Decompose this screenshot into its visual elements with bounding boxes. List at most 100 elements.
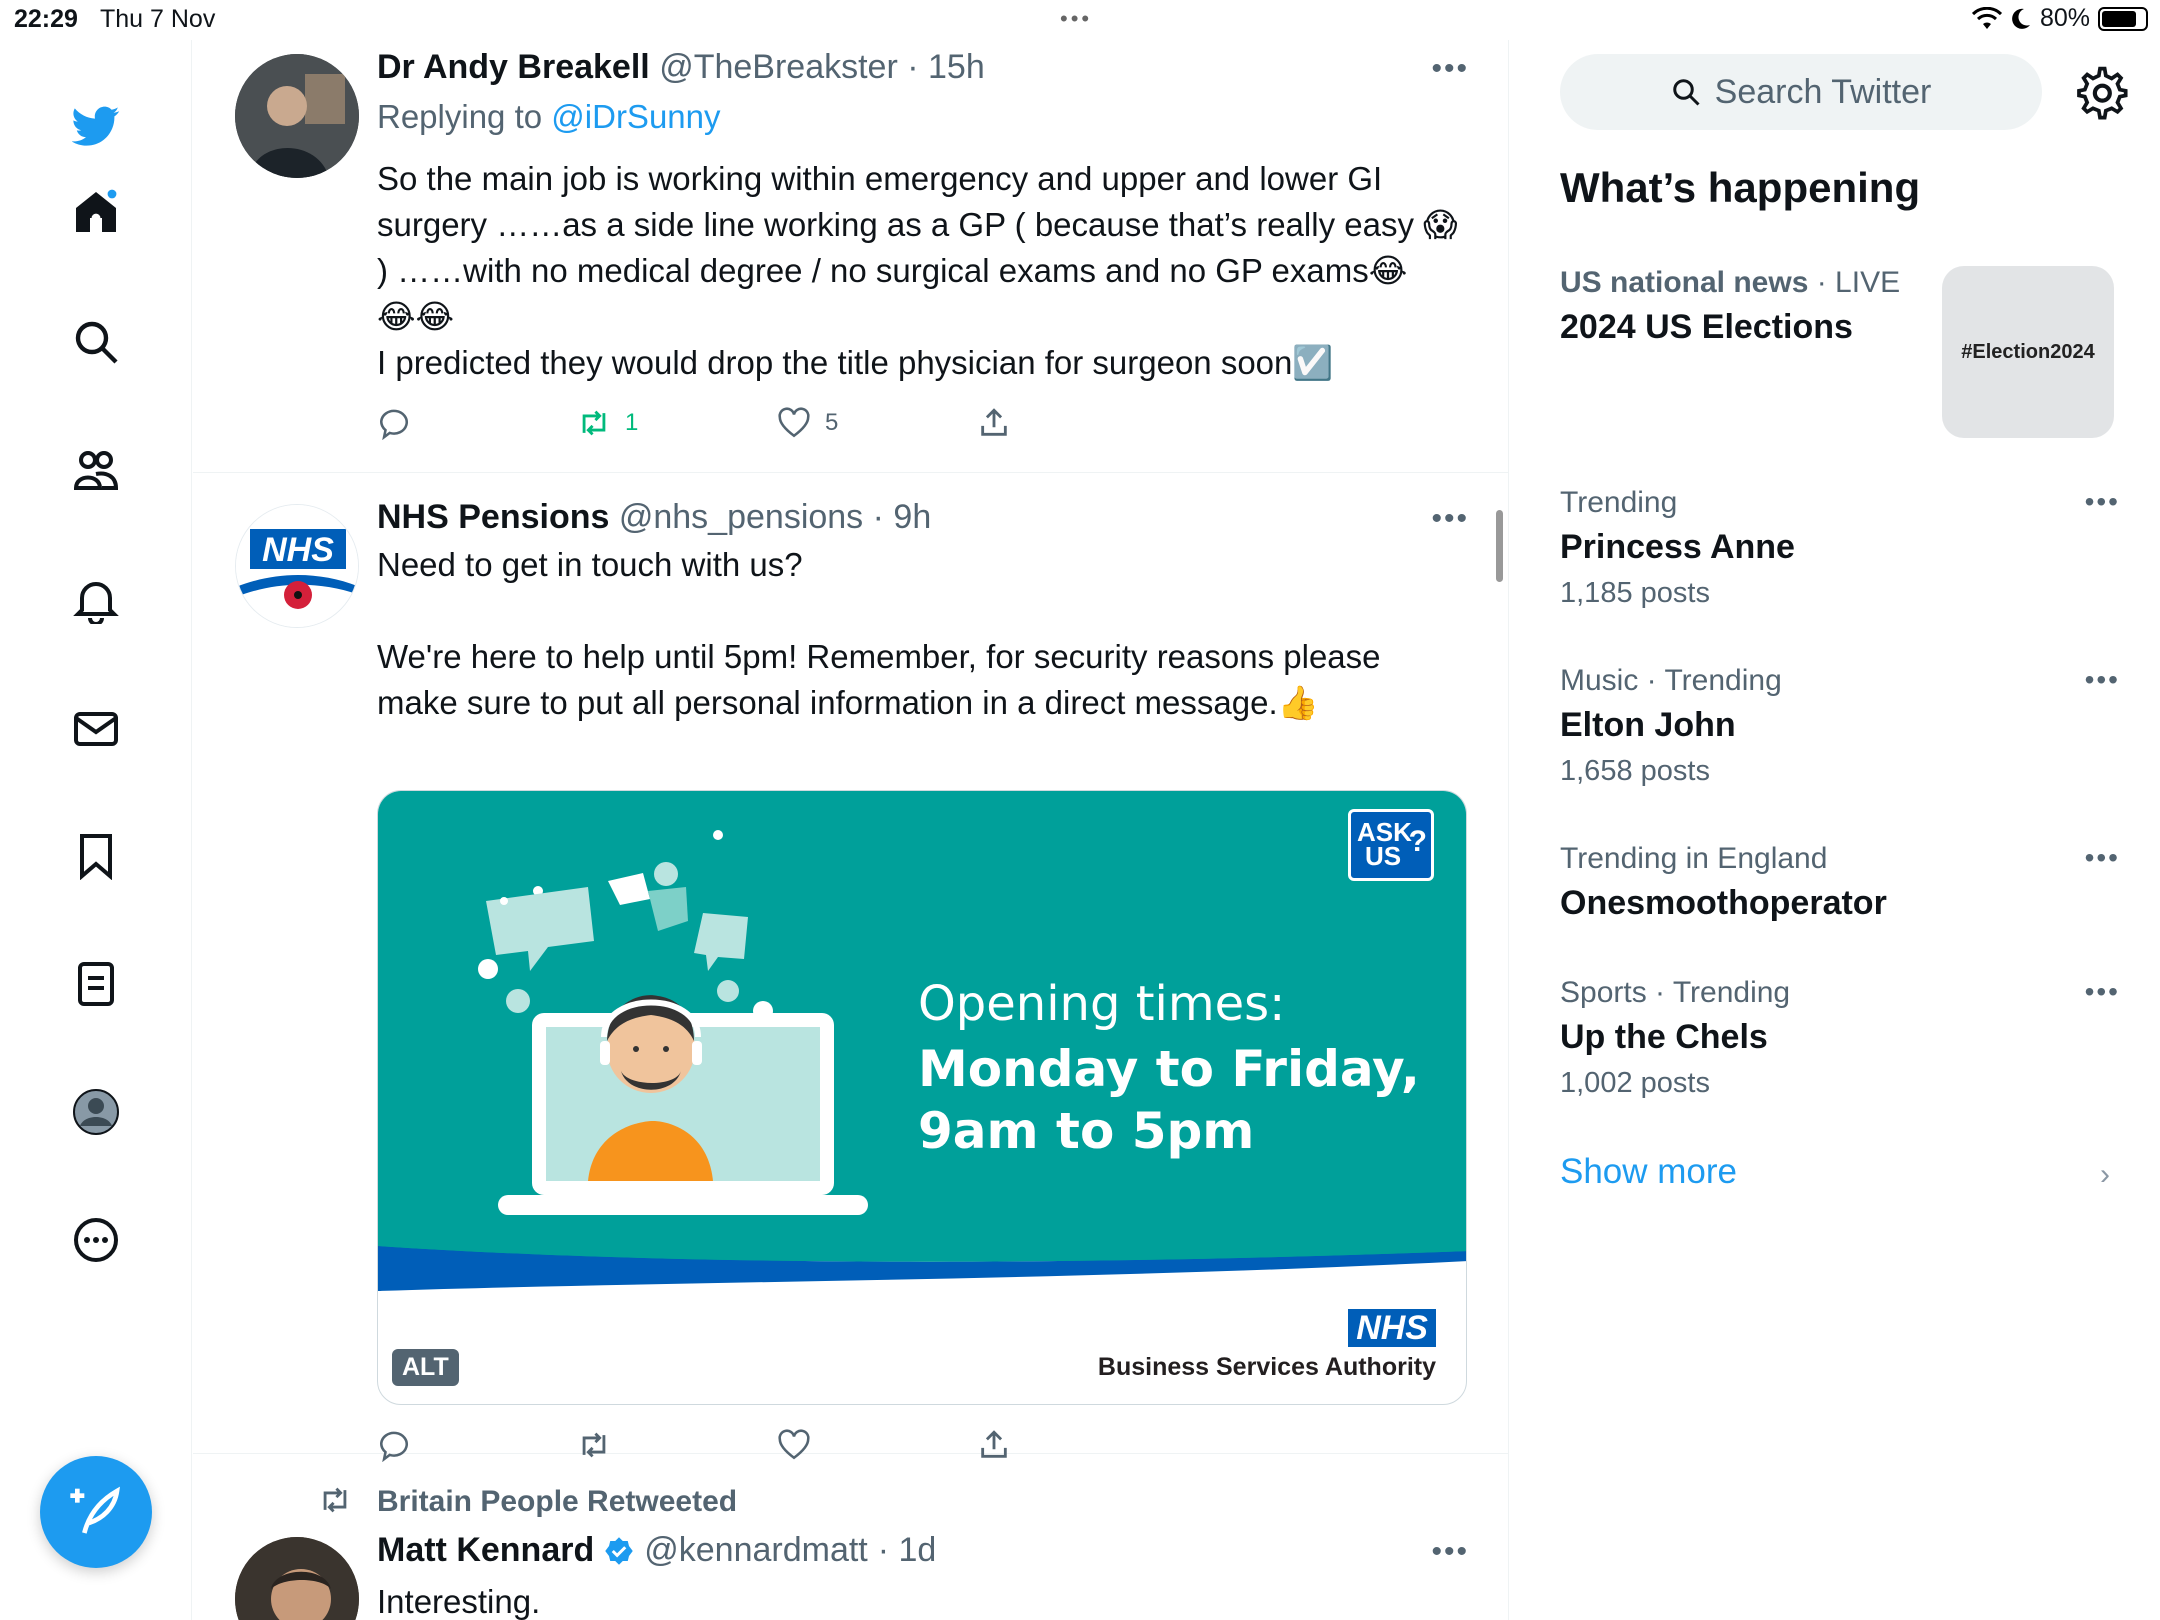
retweet-icon xyxy=(582,410,606,436)
trend-more-icon[interactable]: ••• xyxy=(2085,664,2120,696)
twitter-logo-icon[interactable] xyxy=(56,86,136,166)
tweet[interactable]: Dr Andy Breakell @TheBreakster · 15h •••… xyxy=(193,40,1508,473)
tweet-more-icon[interactable]: ••• xyxy=(1431,1535,1469,1569)
status-icons: 80% xyxy=(1971,4,2148,33)
trend-item[interactable]: Trending Princess Anne 1,185 posts ••• xyxy=(1560,486,2120,610)
wifi-icon xyxy=(1971,6,2002,29)
verified-badge-icon xyxy=(605,1536,633,1565)
tweet[interactable]: Britain People Retweeted Matt Kennard @k… xyxy=(193,1455,1508,1620)
battery-percent: 80% xyxy=(2039,4,2090,32)
battery-fill xyxy=(2102,10,2136,27)
retweet-count: 1 xyxy=(625,409,639,436)
trend-more-icon[interactable]: ••• xyxy=(2085,486,2120,518)
tweet-more-icon[interactable]: ••• xyxy=(1431,502,1469,536)
author-handle[interactable]: @nhs_pensions xyxy=(619,498,863,536)
tweet-text: Interesting. xyxy=(377,1583,541,1620)
retweet-indicator-icon xyxy=(323,1487,347,1513)
trend-topic: Up the Chels xyxy=(1560,1018,1768,1056)
avatar[interactable] xyxy=(235,1537,359,1620)
avatar[interactable] xyxy=(235,54,359,178)
multitasking-dots-icon[interactable]: ••• xyxy=(1060,6,1092,32)
communities-icon[interactable] xyxy=(56,430,136,510)
trend-meta: Music · Trending xyxy=(1560,664,1782,697)
timeline-scrollbar[interactable] xyxy=(1496,510,1503,582)
nhs-logo: NHS xyxy=(1348,1309,1436,1347)
trend-count: 1,185 posts xyxy=(1560,577,1710,609)
tweet-media-image[interactable]: Opening times: Monday to Friday, 9am to … xyxy=(377,790,1467,1405)
moon-icon xyxy=(2012,8,2030,29)
opening-times-heading: Opening times: xyxy=(918,976,1286,1032)
business-services-authority-text: Business Services Authority xyxy=(1097,1353,1436,1381)
author-handle[interactable]: @TheBreakster xyxy=(659,48,898,86)
trend-count: 1,658 posts xyxy=(1560,755,1710,787)
search-input[interactable]: Search Twitter xyxy=(1560,54,2042,130)
author-handle[interactable]: @kennardmatt xyxy=(644,1531,868,1570)
tweet-time[interactable]: · 9h xyxy=(873,498,932,536)
author-name[interactable]: NHS Pensions xyxy=(377,498,609,536)
profile-avatar-icon[interactable] xyxy=(56,1072,136,1152)
trend-topic: Elton John xyxy=(1560,706,1736,744)
tweet-more-icon[interactable]: ••• xyxy=(1431,52,1469,86)
tweet-time[interactable]: · 15h xyxy=(907,48,985,86)
like-count: 5 xyxy=(825,409,839,436)
messages-envelope-icon[interactable] xyxy=(56,688,136,768)
more-options-icon[interactable] xyxy=(56,1200,136,1280)
trend-more-icon[interactable]: ••• xyxy=(2085,976,2120,1008)
notifications-bell-icon[interactable] xyxy=(56,560,136,640)
status-bar: 22:29 Thu 7 Nov ••• 80% xyxy=(0,0,2160,40)
home-icon[interactable] xyxy=(56,172,136,252)
opening-days: Monday to Friday, xyxy=(918,1040,1420,1098)
author-name[interactable]: Matt Kennard xyxy=(377,1531,594,1570)
ask-us-badge: ASK US ? xyxy=(1348,809,1434,881)
right-sidebar: Search Twitter What’s happening US natio… xyxy=(1510,40,2160,1620)
avatar[interactable]: NHS xyxy=(235,504,359,628)
trend-category: US national news xyxy=(1560,266,1809,299)
replying-to: Replying to @iDrSunny xyxy=(377,98,721,136)
feather-plus-icon xyxy=(70,1486,120,1534)
author-name[interactable]: Dr Andy Breakell xyxy=(377,48,650,86)
share-button[interactable] xyxy=(977,398,1011,448)
reply-icon xyxy=(379,409,408,440)
trend-more-icon[interactable]: ••• xyxy=(2085,842,2120,874)
lists-icon[interactable] xyxy=(56,944,136,1024)
trend-item[interactable]: Trending in England Onesmoothoperator ••… xyxy=(1560,842,2120,923)
tweet[interactable]: NHS NHS Pensions @nhs_pensions · 9h ••• … xyxy=(193,474,1508,1462)
tweet-header: Matt Kennard @kennardmatt · 1d xyxy=(377,1531,936,1570)
question-mark: ? xyxy=(1408,825,1427,858)
bookmarks-icon[interactable] xyxy=(56,816,136,896)
trend-topic: 2024 US Elections xyxy=(1560,308,1853,346)
tweet-header: Dr Andy Breakell @TheBreakster · 15h xyxy=(377,48,985,87)
clock: 22:29 xyxy=(14,5,78,33)
search-placeholder: Search Twitter xyxy=(1714,72,1932,111)
tweet-actions: 1 5 xyxy=(377,398,1077,448)
heart-icon xyxy=(778,407,810,438)
show-more-link[interactable]: Show more xyxy=(1560,1152,1737,1192)
settings-button[interactable] xyxy=(2072,64,2128,120)
trend-item[interactable]: Music · Trending Elton John 1,658 posts … xyxy=(1560,664,2120,788)
retweet-button[interactable]: 1 xyxy=(577,398,638,448)
trend-item[interactable]: Sports · Trending Up the Chels 1,002 pos… xyxy=(1560,976,2120,1100)
chevron-right-icon[interactable]: › xyxy=(2100,1158,2110,1192)
trend-item-featured[interactable]: US national news · LIVE 2024 US Election… xyxy=(1560,266,1960,347)
replying-to-link[interactable]: @iDrSunny xyxy=(551,98,720,135)
trend-meta: Sports · Trending xyxy=(1560,976,1791,1009)
svg-text:NHS: NHS xyxy=(262,531,334,569)
trend-meta: Trending xyxy=(1560,486,1678,519)
like-button[interactable]: 5 xyxy=(777,398,838,448)
explore-search-icon[interactable] xyxy=(56,302,136,382)
tweet-text: Need to get in touch with us? We're here… xyxy=(377,546,1381,721)
compose-tweet-button[interactable] xyxy=(40,1456,152,1568)
election-thumbnail[interactable]: #Election2024 xyxy=(1942,266,2114,438)
replying-label: Replying to xyxy=(377,98,543,135)
trend-meta: Trending in England xyxy=(1560,842,1828,875)
tweet-text: So the main job is working within emerge… xyxy=(377,160,1458,381)
tweet-time[interactable]: · 1d xyxy=(878,1531,937,1570)
reply-button[interactable] xyxy=(377,398,411,448)
live-label: · LIVE xyxy=(1816,266,1901,299)
retweeted-by[interactable]: Britain People Retweeted xyxy=(377,1485,737,1519)
support-agent-illustration-icon xyxy=(478,830,868,1215)
alt-text-badge[interactable]: ALT xyxy=(392,1349,459,1386)
trend-topic: Princess Anne xyxy=(1560,528,1795,566)
search-icon xyxy=(1672,79,1700,106)
tweet-header: NHS Pensions @nhs_pensions · 9h xyxy=(377,498,931,537)
